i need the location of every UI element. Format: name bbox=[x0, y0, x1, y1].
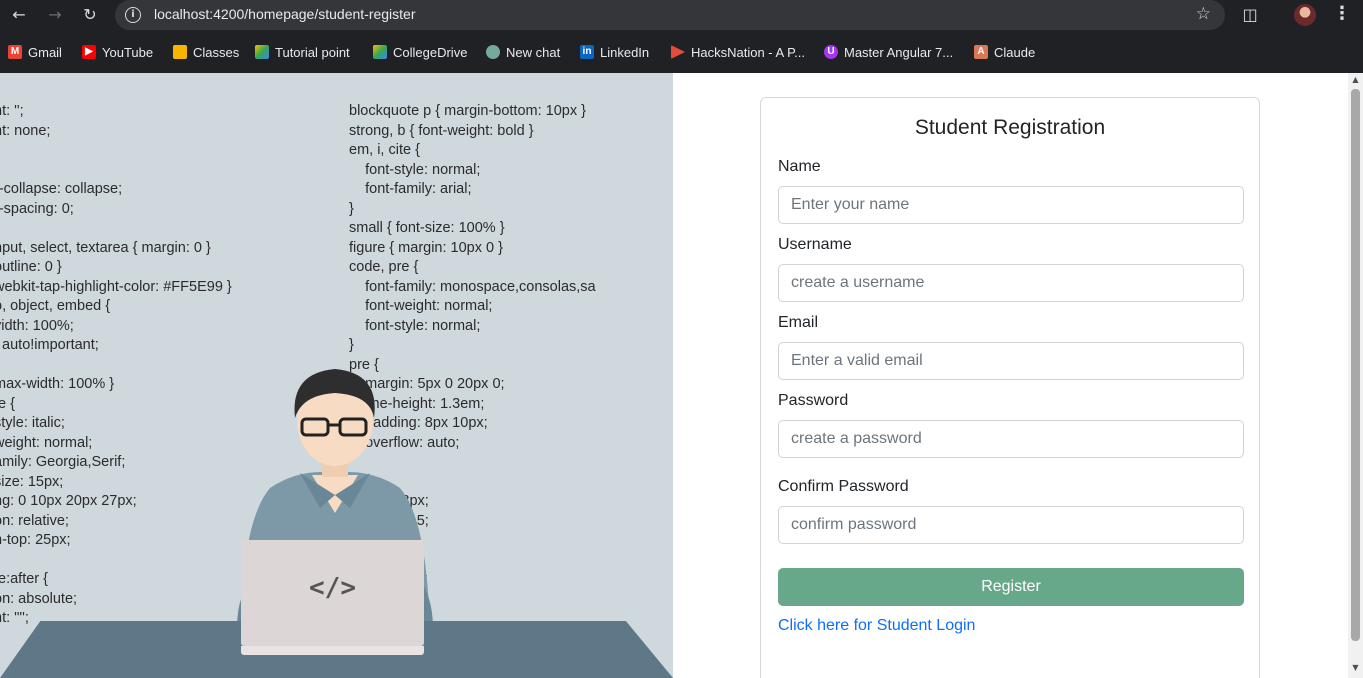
claude-icon: A bbox=[974, 45, 988, 59]
bookmark-label: Master Angular 7... bbox=[844, 44, 954, 60]
bookmark-hacksnation[interactable]: HacksNation - A P... bbox=[671, 43, 805, 61]
bookmark-label: Tutorial point bbox=[275, 44, 350, 60]
password-input[interactable] bbox=[778, 420, 1244, 458]
bookmark-label: Claude bbox=[994, 44, 1036, 60]
scroll-down-arrow-icon[interactable]: ▼ bbox=[1348, 663, 1363, 675]
bookmark-label: HacksNation - A P... bbox=[691, 44, 805, 60]
password-label: Password bbox=[778, 392, 849, 409]
profile-avatar[interactable] bbox=[1294, 4, 1316, 26]
laptop: </> bbox=[241, 540, 424, 646]
email-label: Email bbox=[778, 314, 819, 331]
scrollbar-thumb[interactable] bbox=[1351, 89, 1360, 641]
udemy-icon: U bbox=[824, 45, 838, 59]
scroll-up-arrow-icon[interactable]: ▲ bbox=[1348, 75, 1363, 87]
bookmark-label: New chat bbox=[506, 44, 561, 60]
site-info-icon[interactable]: i bbox=[125, 7, 141, 23]
linkedin-icon: in bbox=[580, 45, 594, 59]
bookmark-tutorial-point[interactable]: Tutorial point bbox=[255, 43, 350, 61]
student-login-link[interactable]: Click here for Student Login bbox=[778, 617, 975, 635]
bookmark-linkedin[interactable]: in LinkedIn bbox=[580, 43, 649, 61]
url-text[interactable]: localhost:4200/homepage/student-register bbox=[154, 6, 416, 22]
bookmark-classes[interactable]: Classes bbox=[173, 43, 239, 61]
youtube-icon: ▶ bbox=[82, 45, 96, 59]
menu-kebab-icon[interactable]: ⋮ bbox=[1333, 3, 1351, 24]
drive-icon bbox=[373, 45, 387, 59]
form-title: Student Registration bbox=[914, 116, 1106, 139]
browser-toolbar: ← → ↻ i localhost:4200/homepage/student-… bbox=[0, 0, 1363, 30]
bookmark-claude[interactable]: A Claude bbox=[974, 43, 1035, 61]
confirm-password-label: Confirm Password bbox=[778, 478, 909, 495]
code-background-left: nt: ''; nt: none; r-collapse: collapse; … bbox=[0, 103, 232, 626]
username-input[interactable] bbox=[778, 264, 1244, 302]
reload-icon[interactable]: ↻ bbox=[78, 3, 102, 27]
name-label: Name bbox=[778, 158, 821, 175]
bookmark-youtube[interactable]: ▶ YouTube bbox=[82, 43, 153, 61]
address-bar[interactable]: i localhost:4200/homepage/student-regist… bbox=[115, 0, 1225, 30]
email-input[interactable] bbox=[778, 342, 1244, 380]
registration-card: Student Registration Name Username Email… bbox=[760, 97, 1260, 678]
bookmark-star-icon[interactable]: ☆ bbox=[1196, 4, 1211, 24]
bookmark-label: Gmail bbox=[28, 44, 62, 60]
hero-illustration: nt: ''; nt: none; r-collapse: collapse; … bbox=[0, 73, 673, 678]
gmail-icon: M bbox=[8, 45, 22, 59]
bookmark-label: YouTube bbox=[102, 44, 154, 60]
bookmark-label: LinkedIn bbox=[600, 44, 650, 60]
code-brackets-icon: </> bbox=[309, 573, 356, 603]
register-button[interactable]: Register bbox=[778, 568, 1244, 606]
classroom-icon bbox=[173, 45, 187, 59]
bookmarks-bar: M Gmail ▶ YouTube Classes Tutorial point… bbox=[0, 30, 1363, 73]
bookmark-gmail[interactable]: M Gmail bbox=[8, 43, 62, 61]
page-content: nt: ''; nt: none; r-collapse: collapse; … bbox=[0, 73, 1363, 678]
bookmark-master-angular[interactable]: U Master Angular 7... bbox=[824, 43, 953, 61]
laptop-base bbox=[241, 646, 424, 655]
hacksnation-icon bbox=[671, 45, 685, 59]
forward-arrow-icon[interactable]: → bbox=[43, 3, 67, 27]
vertical-scrollbar[interactable]: ▲ ▼ bbox=[1348, 73, 1363, 678]
bookmark-new-chat[interactable]: New chat bbox=[486, 43, 560, 61]
confirm-password-input[interactable] bbox=[778, 506, 1244, 544]
extensions-icon[interactable]: ◫ bbox=[1240, 5, 1260, 25]
drive-icon bbox=[255, 45, 269, 59]
back-arrow-icon[interactable]: ← bbox=[7, 3, 31, 27]
bookmark-collegedrive[interactable]: CollegeDrive bbox=[373, 43, 467, 61]
username-label: Username bbox=[778, 236, 852, 253]
chatgpt-icon bbox=[486, 45, 500, 59]
bookmark-label: CollegeDrive bbox=[393, 44, 468, 60]
name-input[interactable] bbox=[778, 186, 1244, 224]
bookmark-label: Classes bbox=[193, 44, 240, 60]
